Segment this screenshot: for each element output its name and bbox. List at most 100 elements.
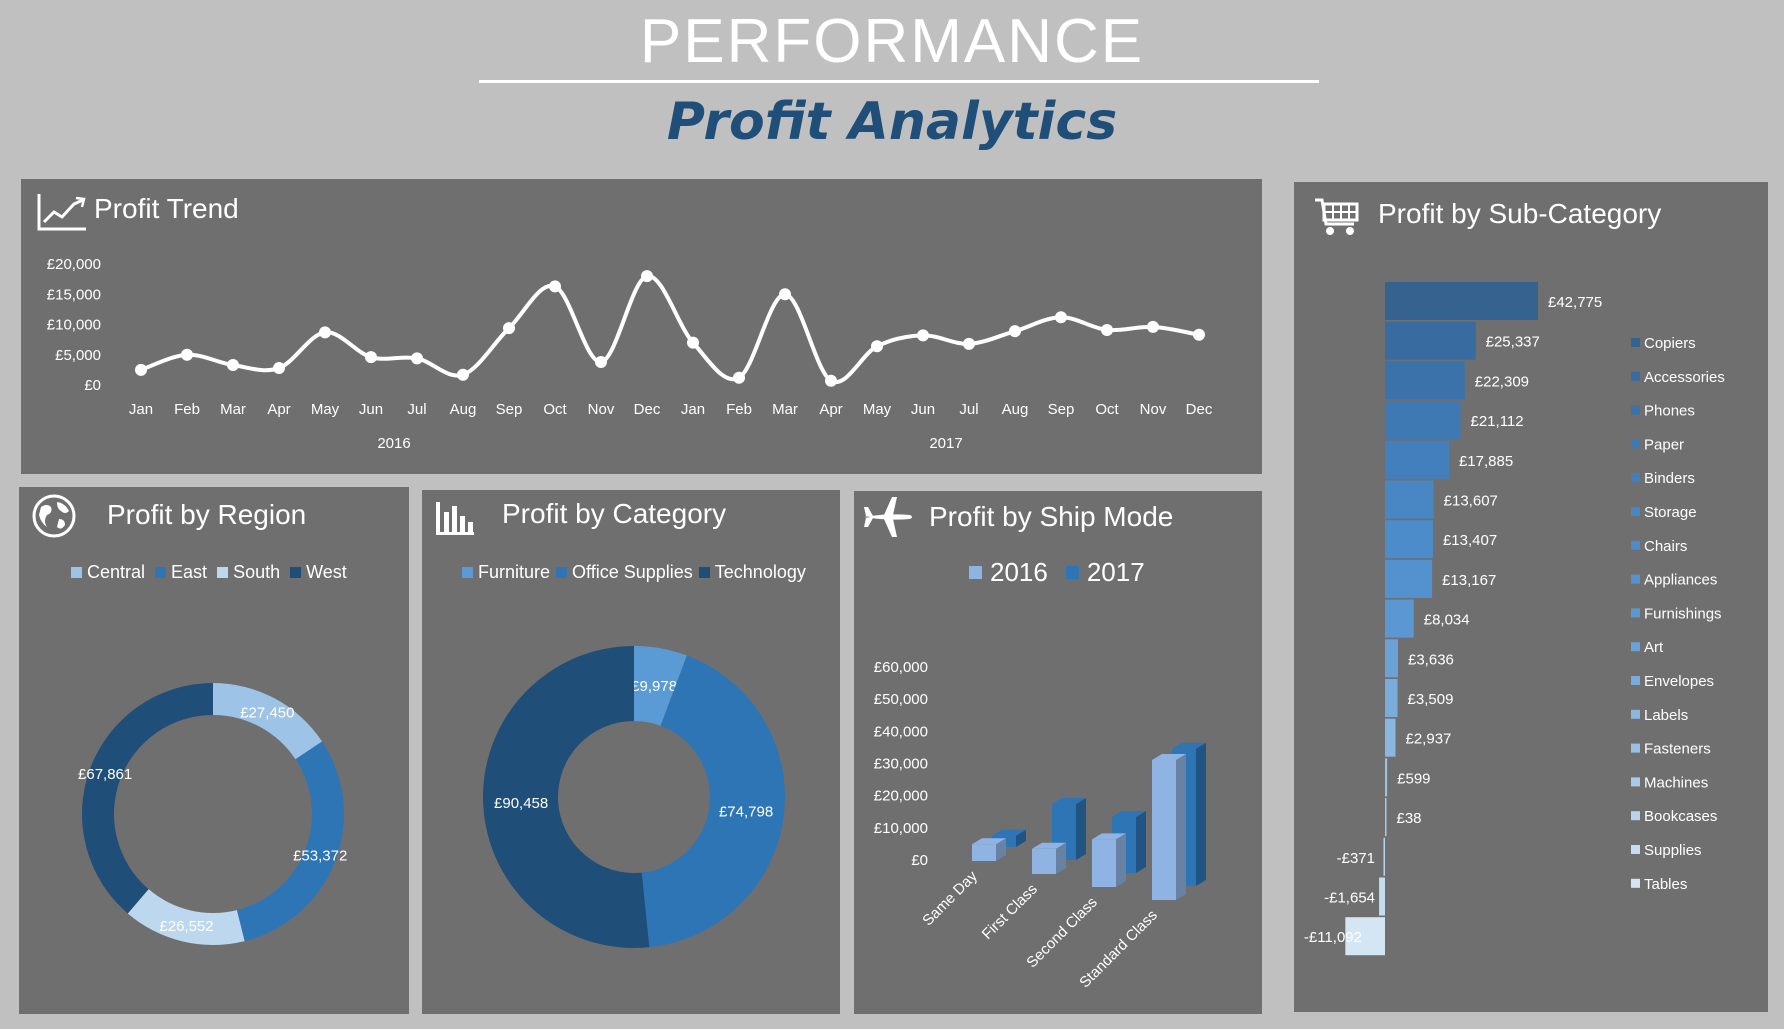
x-tick-label: First Class	[979, 881, 1041, 943]
x-group-label: 2016	[377, 435, 410, 452]
legend-label: Supplies	[1644, 842, 1702, 859]
trend-line	[140, 274, 1200, 385]
legend-label: Tables	[1644, 876, 1687, 893]
bar-front	[1152, 760, 1176, 900]
x-tick-label: Jun	[359, 401, 383, 418]
slice-label: £90,458	[494, 795, 548, 812]
profit-by-category-panel: Profit by Category Furniture Office Supp…	[422, 490, 840, 1014]
y-tick-label: £15,000	[47, 286, 101, 303]
bar	[1385, 440, 1449, 479]
y-tick-label: £10,000	[874, 820, 928, 837]
profit-by-sub-category-chart: £42,775 £25,337 £22,309 £21,112 £17,885 £13,6…	[1304, 282, 1725, 956]
x-tick-label: Jun	[911, 401, 935, 418]
legend-swatch	[1631, 743, 1640, 753]
slice-label: £26,552	[159, 918, 213, 935]
legend-swatch	[1631, 439, 1640, 449]
x-tick-label: Mar	[220, 401, 246, 418]
bar	[1385, 480, 1434, 519]
bar-side	[1196, 742, 1206, 886]
bar-value-label: £3,636	[1408, 651, 1454, 668]
data-point	[779, 288, 791, 301]
x-tick-label: Jul	[959, 401, 978, 418]
bar-value-label: £3,509	[1408, 691, 1454, 708]
data-point	[1055, 311, 1067, 324]
y-tick-label: £20,000	[47, 256, 101, 273]
bar-value-label: -£11,092	[1304, 929, 1362, 946]
bar-value-label: £13,167	[1442, 572, 1496, 589]
bar-value-label: £13,607	[1444, 493, 1498, 510]
y-tick-label: £60,000	[874, 659, 928, 676]
x-tick-label: Aug	[450, 401, 477, 418]
legend-label: Envelopes	[1644, 673, 1714, 690]
x-tick-label: Jul	[407, 401, 426, 418]
bar	[1385, 718, 1396, 757]
legend-label: Accessories	[1644, 369, 1725, 386]
bar-front	[1092, 839, 1116, 887]
data-point	[917, 329, 929, 342]
legend-swatch	[1631, 608, 1640, 618]
bar	[1385, 798, 1387, 837]
x-tick-label: Oct	[1095, 401, 1119, 418]
legend-swatch	[1631, 507, 1640, 516]
legend-label: Chairs	[1644, 538, 1687, 555]
bar-value-label: £22,309	[1475, 373, 1529, 390]
slice-label: £27,450	[240, 705, 294, 722]
data-point	[733, 371, 745, 384]
x-tick-label: Second Class	[1023, 894, 1100, 971]
x-tick-label: Standard Class	[1076, 907, 1161, 992]
legend-swatch	[1631, 574, 1640, 584]
profit-trend-panel: Profit Trend £0 £5,000 £10,000 £15,000 £20,0…	[21, 179, 1262, 474]
legend-swatch	[1631, 371, 1640, 381]
y-tick-label: £50,000	[874, 691, 928, 708]
bar-side	[1076, 798, 1086, 860]
data-point	[503, 322, 515, 335]
data-point	[411, 352, 423, 365]
legend-label: Binders	[1644, 470, 1695, 487]
x-tick-label: Dec	[634, 401, 661, 418]
y-tick-label: £40,000	[874, 723, 928, 740]
x-tick-label: Apr	[267, 401, 290, 418]
x-tick-label: Feb	[726, 401, 752, 418]
data-point	[319, 326, 331, 339]
bar	[1385, 361, 1465, 400]
slice-label: £67,861	[78, 766, 132, 783]
profit-trend-chart: £0 £5,000 £10,000 £15,000 £20,000 Jan Feb Mar Ap…	[47, 256, 1213, 452]
data-point	[1147, 320, 1159, 333]
bar	[1385, 401, 1461, 440]
y-tick-label: £0	[84, 377, 101, 394]
legend-label: Furnishings	[1644, 605, 1722, 622]
profit-by-region-donut: £27,450 £53,372 £26,552 £67,861	[78, 683, 347, 945]
legend-label: Appliances	[1644, 572, 1717, 589]
data-point	[1009, 325, 1021, 338]
bar-value-label: -£1,654	[1324, 890, 1375, 907]
data-point	[687, 336, 699, 349]
bar-value-label: £2,937	[1406, 731, 1452, 748]
bar	[1385, 559, 1433, 598]
profit-by-region-panel: Profit by Region Central East South West…	[19, 487, 409, 1014]
data-point	[273, 362, 285, 375]
x-tick-label: Sep	[496, 401, 523, 418]
y-tick-label: £10,000	[47, 317, 101, 334]
legend-label: Art	[1644, 639, 1664, 656]
bar-value-label: £38	[1397, 810, 1422, 827]
x-tick-label: Same Day	[919, 867, 981, 929]
bar	[1385, 679, 1398, 717]
bar-value-label: £25,337	[1486, 334, 1540, 351]
x-group-label: 2017	[929, 435, 962, 452]
data-point	[1193, 328, 1205, 341]
bar-value-label: £17,885	[1459, 453, 1513, 470]
legend-label: Machines	[1644, 774, 1708, 791]
legend-swatch	[1631, 642, 1640, 652]
legend-label: Labels	[1644, 707, 1688, 724]
data-point	[963, 337, 975, 350]
data-point	[135, 363, 147, 376]
legend-label: Storage	[1644, 504, 1697, 521]
bar-side	[1136, 811, 1146, 873]
data-point	[181, 348, 193, 361]
x-tick-label: Apr	[819, 401, 842, 418]
bar	[1385, 321, 1476, 360]
legend-swatch	[1631, 777, 1640, 787]
bar	[1379, 877, 1385, 916]
x-tick-label: May	[311, 401, 340, 418]
legend-swatch	[1631, 676, 1640, 685]
